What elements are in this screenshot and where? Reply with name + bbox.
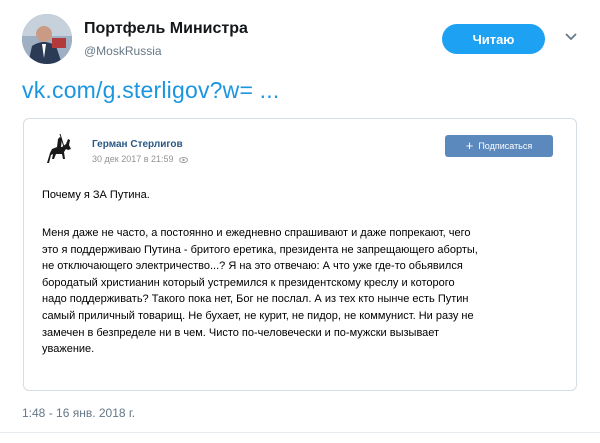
post-line: не отключающего электричество...? Я на э… bbox=[42, 260, 463, 273]
post-date[interactable]: 30 дек 2017 в 21:59 bbox=[92, 154, 189, 164]
tweet-timestamp[interactable]: 1:48 - 16 янв. 2018 г. bbox=[22, 406, 135, 420]
post-line: замечен в безпределе ни в чем. Чисто по-… bbox=[42, 326, 440, 339]
plus-icon: + bbox=[465, 138, 474, 153]
subscribe-button[interactable]: + Подписаться bbox=[445, 135, 553, 157]
chevron-down-icon[interactable] bbox=[564, 30, 578, 44]
user-handle[interactable]: @MoskRussia bbox=[84, 44, 162, 58]
post-date-text: 30 дек 2017 в 21:59 bbox=[92, 154, 174, 164]
post-title: Почему я ЗА Путина. bbox=[42, 189, 150, 201]
post-line: бородатый христианин который устремился … bbox=[42, 276, 455, 289]
post-line: уважение. bbox=[42, 343, 95, 356]
display-name[interactable]: Портфель Министра bbox=[84, 20, 248, 38]
post-line: надо поддерживать? Такого пока нет, Бог … bbox=[42, 293, 469, 306]
profile-avatar[interactable] bbox=[22, 14, 72, 64]
post-line: это я поддерживаю Путина - бритого ерети… bbox=[42, 243, 478, 256]
post-body: Меня даже не часто, а постоянно и ежедне… bbox=[42, 225, 562, 358]
divider bbox=[0, 432, 600, 433]
tweet: Портфель Министра @MoskRussia Читаю vk.c… bbox=[0, 0, 600, 443]
horseman-logo-icon[interactable] bbox=[42, 133, 76, 167]
following-button[interactable]: Читаю bbox=[442, 24, 545, 54]
eye-icon bbox=[179, 156, 189, 163]
post-line: Меня даже не часто, а постоянно и ежедне… bbox=[42, 227, 471, 239]
post-author[interactable]: Герман Стерлигов bbox=[92, 139, 183, 150]
vk-post-card[interactable]: Герман Стерлигов 30 дек 2017 в 21:59 + П… bbox=[23, 118, 577, 391]
subscribe-label: Подписаться bbox=[478, 141, 533, 151]
tweet-link[interactable]: vk.com/g.sterligov?w= ... bbox=[22, 77, 279, 104]
post-line: самый приличный товарищ. Не бухает, не к… bbox=[42, 309, 474, 322]
